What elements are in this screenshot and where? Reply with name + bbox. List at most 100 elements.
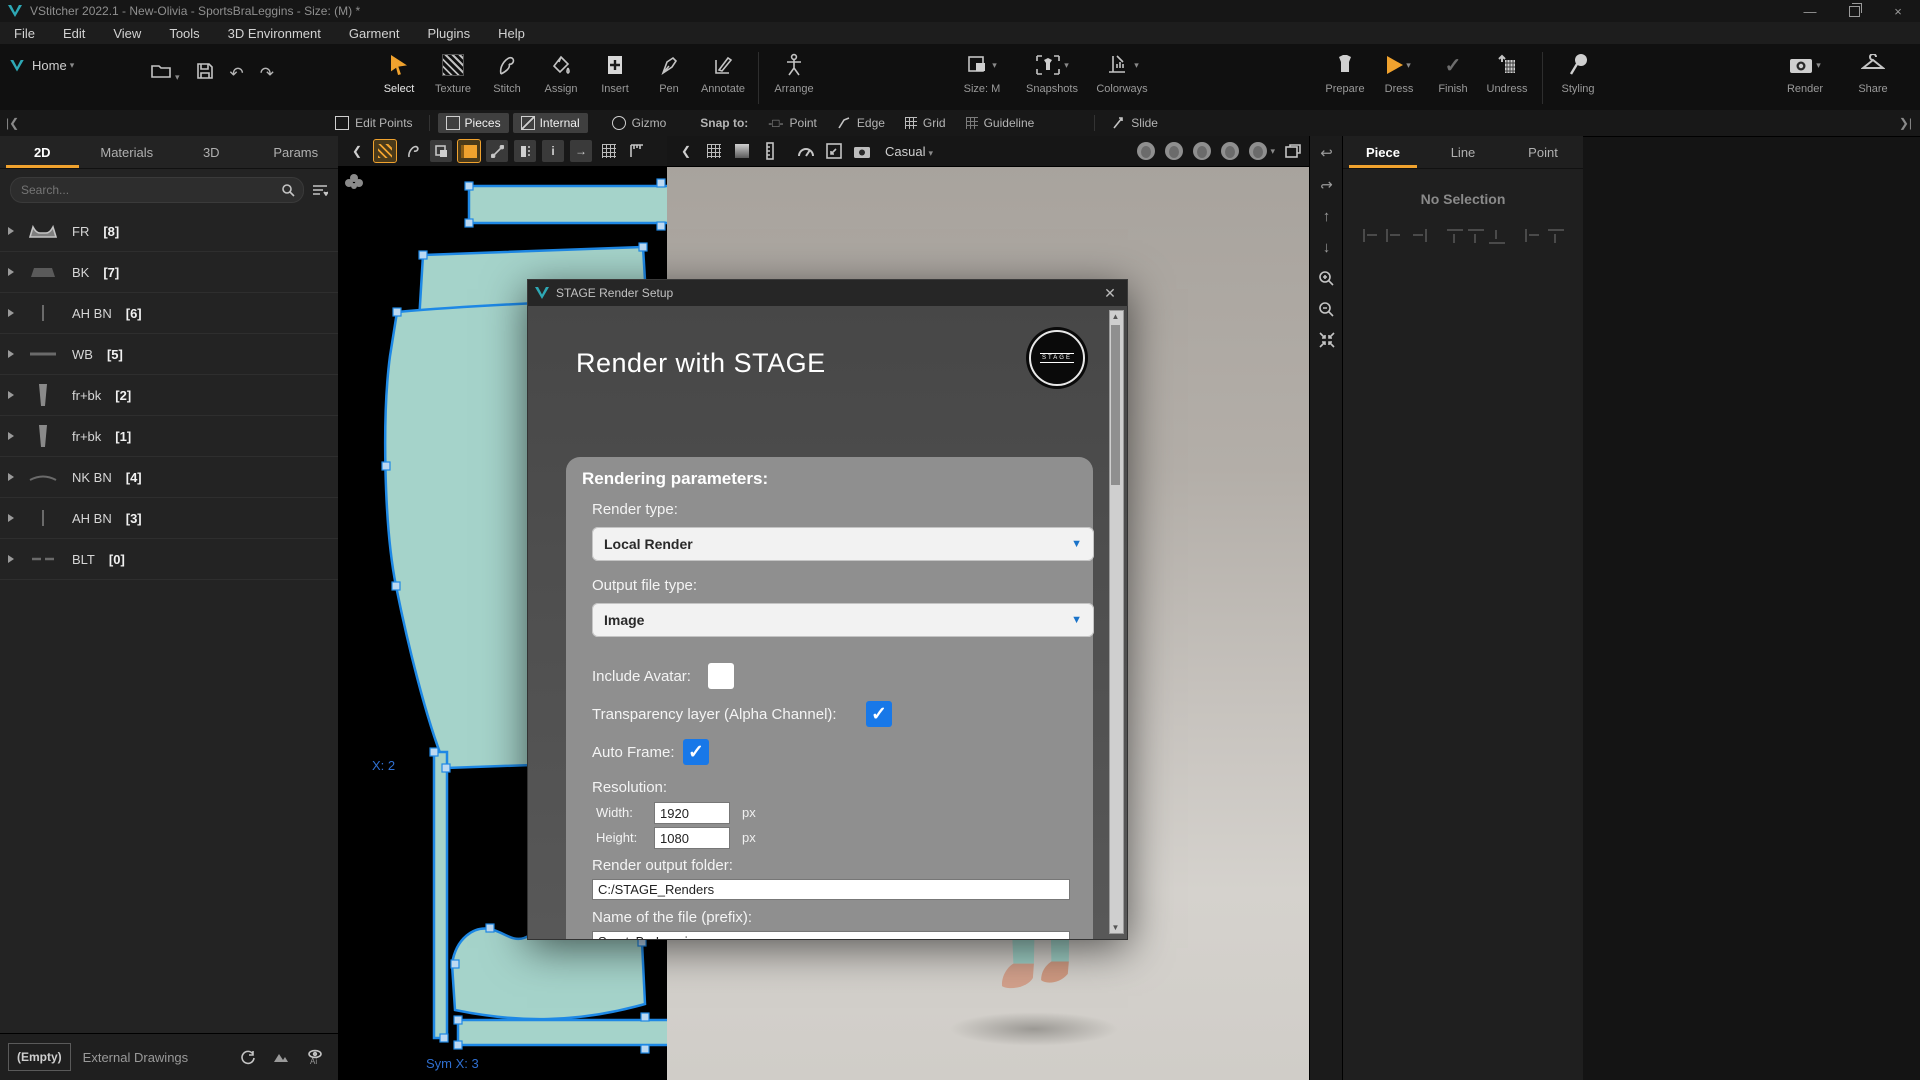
environment-toggle[interactable]	[731, 140, 753, 162]
measure-toggle[interactable]	[759, 140, 781, 162]
tension-map-toggle[interactable]	[795, 140, 817, 162]
transparency-checkbox[interactable]: ✓	[866, 701, 892, 727]
dialog-titlebar[interactable]: STAGE Render Setup ✕	[527, 279, 1128, 306]
dress-button[interactable]: ▾ Dress	[1372, 50, 1426, 106]
auto-frame-checkbox[interactable]: ✓	[683, 739, 709, 765]
detach-window-icon[interactable]	[1285, 144, 1301, 158]
output-type-dropdown[interactable]: Image ▼	[592, 603, 1094, 637]
snap-guideline-toggle[interactable]: Guideline	[956, 110, 1045, 136]
pattern-piece-strip-vertical[interactable]	[434, 752, 447, 1038]
edit-points-toggle[interactable]: Edit Points	[325, 110, 422, 136]
arrow-down-icon[interactable]: ↓	[1323, 239, 1331, 256]
zoom-out-icon[interactable]	[1318, 301, 1335, 318]
minimize-button[interactable]: —	[1788, 0, 1832, 22]
menu-tools[interactable]: Tools	[155, 26, 213, 41]
avatar-silhouette-icon[interactable]	[1193, 142, 1211, 160]
file-prefix-input[interactable]	[592, 931, 1070, 940]
scrollbar-thumb[interactable]	[1111, 325, 1120, 485]
tab-piece[interactable]: Piece	[1343, 136, 1423, 168]
ruler-toggle[interactable]	[626, 140, 648, 162]
internal-toggle[interactable]: Internal	[513, 113, 588, 133]
include-avatar-checkbox[interactable]	[708, 663, 734, 689]
save-button[interactable]	[196, 62, 214, 85]
insert-tool-button[interactable]: Insert	[588, 50, 642, 106]
size-button[interactable]: ▾ Size: M	[955, 50, 1009, 106]
annotate-tool-button[interactable]: Annotate	[696, 50, 750, 106]
tab-2d[interactable]: 2D	[0, 136, 85, 168]
expand-arrow-icon[interactable]	[8, 473, 14, 481]
piece-row-ahbn3[interactable]: AH BN[3]	[0, 498, 338, 539]
colorways-button[interactable]: ▾ Colorways	[1095, 50, 1149, 106]
output-folder-input[interactable]	[592, 879, 1070, 900]
arrow-up-icon[interactable]: ↑	[1323, 208, 1331, 225]
search-input[interactable]	[19, 182, 281, 198]
tab-materials[interactable]: Materials	[85, 136, 170, 168]
tab-3d[interactable]: 3D	[169, 136, 254, 168]
avatar-options-dropdown[interactable]: ▾	[1249, 142, 1275, 160]
height-input[interactable]	[654, 827, 730, 849]
pen-tool-button[interactable]: Pen	[642, 50, 696, 106]
collapse-right-icon[interactable]: ❯|	[1891, 116, 1920, 130]
tab-point[interactable]: Point	[1503, 136, 1583, 168]
select-tool-button[interactable]: Select	[372, 50, 426, 106]
expand-arrow-icon[interactable]	[8, 555, 14, 563]
render-type-dropdown[interactable]: Local Render ▼	[592, 527, 1094, 561]
align-bottom-icon[interactable]	[1489, 229, 1505, 244]
collapse-left-icon[interactable]: |❮	[0, 116, 25, 130]
piece-row-frbk1[interactable]: fr+bk[1]	[0, 416, 338, 457]
arrange-tool-button[interactable]: Arrange	[767, 50, 821, 106]
stitch-tool-button[interactable]: Stitch	[480, 50, 534, 106]
expand-arrow-icon[interactable]	[8, 350, 14, 358]
distribute-vertical-icon[interactable]	[1548, 229, 1564, 244]
grid-toggle[interactable]	[598, 140, 620, 162]
piece-row-bk[interactable]: BK[7]	[0, 252, 338, 293]
prepare-button[interactable]: Prepare	[1318, 50, 1372, 106]
menu-plugins[interactable]: Plugins	[413, 26, 484, 41]
align-left-icon[interactable]	[1363, 229, 1381, 242]
snapshot-camera-button[interactable]	[851, 140, 873, 162]
undress-button[interactable]: Undress	[1480, 50, 1534, 106]
floor-grid-toggle[interactable]	[703, 140, 725, 162]
assign-tool-button[interactable]: Assign	[534, 50, 588, 106]
collapse-arrows-icon[interactable]	[1319, 332, 1335, 348]
width-input[interactable]	[654, 802, 730, 824]
finish-button[interactable]: ✓ Finish	[1426, 50, 1480, 106]
expand-arrow-icon[interactable]	[8, 268, 14, 276]
share-button[interactable]: Share	[1846, 50, 1900, 106]
zoom-in-icon[interactable]	[1318, 270, 1335, 287]
piece-row-nkbn[interactable]: NK BN[4]	[0, 457, 338, 498]
search-box[interactable]	[10, 177, 304, 203]
scroll-down-icon[interactable]: ▼	[1110, 923, 1121, 932]
piece-row-fr[interactable]: FR[8]	[0, 211, 338, 252]
collapse-panel-icon[interactable]: ❮	[675, 140, 697, 162]
image-import-icon[interactable]	[272, 1050, 290, 1064]
filter-list-icon[interactable]	[312, 184, 328, 196]
half-piece-toggle[interactable]	[514, 140, 536, 162]
home-group[interactable]: Home ▾	[10, 58, 74, 73]
fit-view-toggle[interactable]	[823, 140, 845, 162]
refresh-icon[interactable]	[240, 1049, 256, 1065]
menu-help[interactable]: Help	[484, 26, 539, 41]
align-middle-icon[interactable]	[1468, 229, 1484, 244]
ai-visibility-icon[interactable]: Ai	[306, 1049, 324, 1065]
menu-3d-environment[interactable]: 3D Environment	[214, 26, 335, 41]
expand-arrow-icon[interactable]	[8, 309, 14, 317]
tab-params[interactable]: Params	[254, 136, 339, 168]
menu-edit[interactable]: Edit	[49, 26, 99, 41]
piece-row-ahbn6[interactable]: AH BN[6]	[0, 293, 338, 334]
expand-arrow-icon[interactable]	[8, 514, 14, 522]
styling-button[interactable]: Styling	[1551, 50, 1605, 106]
texture-tool-button[interactable]: Texture	[426, 50, 480, 106]
avatar-back-icon[interactable]	[1221, 142, 1239, 160]
snapshots-button[interactable]: ▾ Snapshots	[1025, 50, 1079, 106]
gizmo-toggle[interactable]: Gizmo	[602, 110, 677, 136]
collapse-panel-icon[interactable]: ❮	[346, 140, 368, 162]
align-right-icon[interactable]	[1409, 229, 1427, 242]
pieces-toggle[interactable]: Pieces	[438, 113, 509, 133]
piece-row-blt[interactable]: BLT[0]	[0, 539, 338, 580]
undo-button[interactable]: ↶	[230, 64, 244, 84]
piece-row-wb[interactable]: WB[5]	[0, 334, 338, 375]
snap-edge-toggle[interactable]: Edge	[827, 110, 895, 136]
snap-point-toggle[interactable]: -□- Point	[758, 110, 827, 136]
piece-row-frbk2[interactable]: fr+bk[2]	[0, 375, 338, 416]
